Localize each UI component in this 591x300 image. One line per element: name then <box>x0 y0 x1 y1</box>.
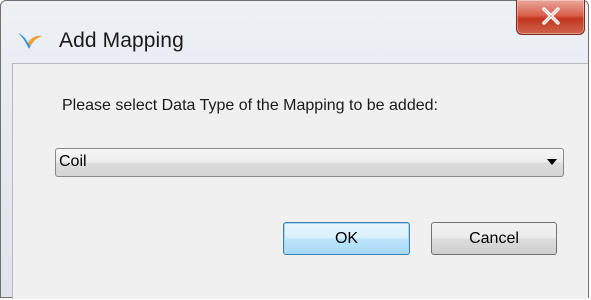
cancel-button[interactable]: Cancel <box>431 222 557 255</box>
dialog-window: Add Mapping Please select Data Type of t… <box>0 0 589 299</box>
ok-button[interactable]: OK <box>283 222 410 255</box>
window-title: Add Mapping <box>59 29 184 52</box>
title-bar[interactable]: Add Mapping <box>1 0 588 61</box>
close-x-icon <box>540 6 562 26</box>
data-type-selected-value: Coil <box>59 153 87 170</box>
bird-logo-icon <box>17 29 43 51</box>
dialog-body: Please select Data Type of the Mapping t… <box>12 63 588 299</box>
prompt-label: Please select Data Type of the Mapping t… <box>62 97 438 114</box>
data-type-select[interactable]: Coil <box>55 148 564 177</box>
close-button[interactable] <box>516 0 585 35</box>
dropdown-arrow-icon[interactable] <box>547 159 557 165</box>
